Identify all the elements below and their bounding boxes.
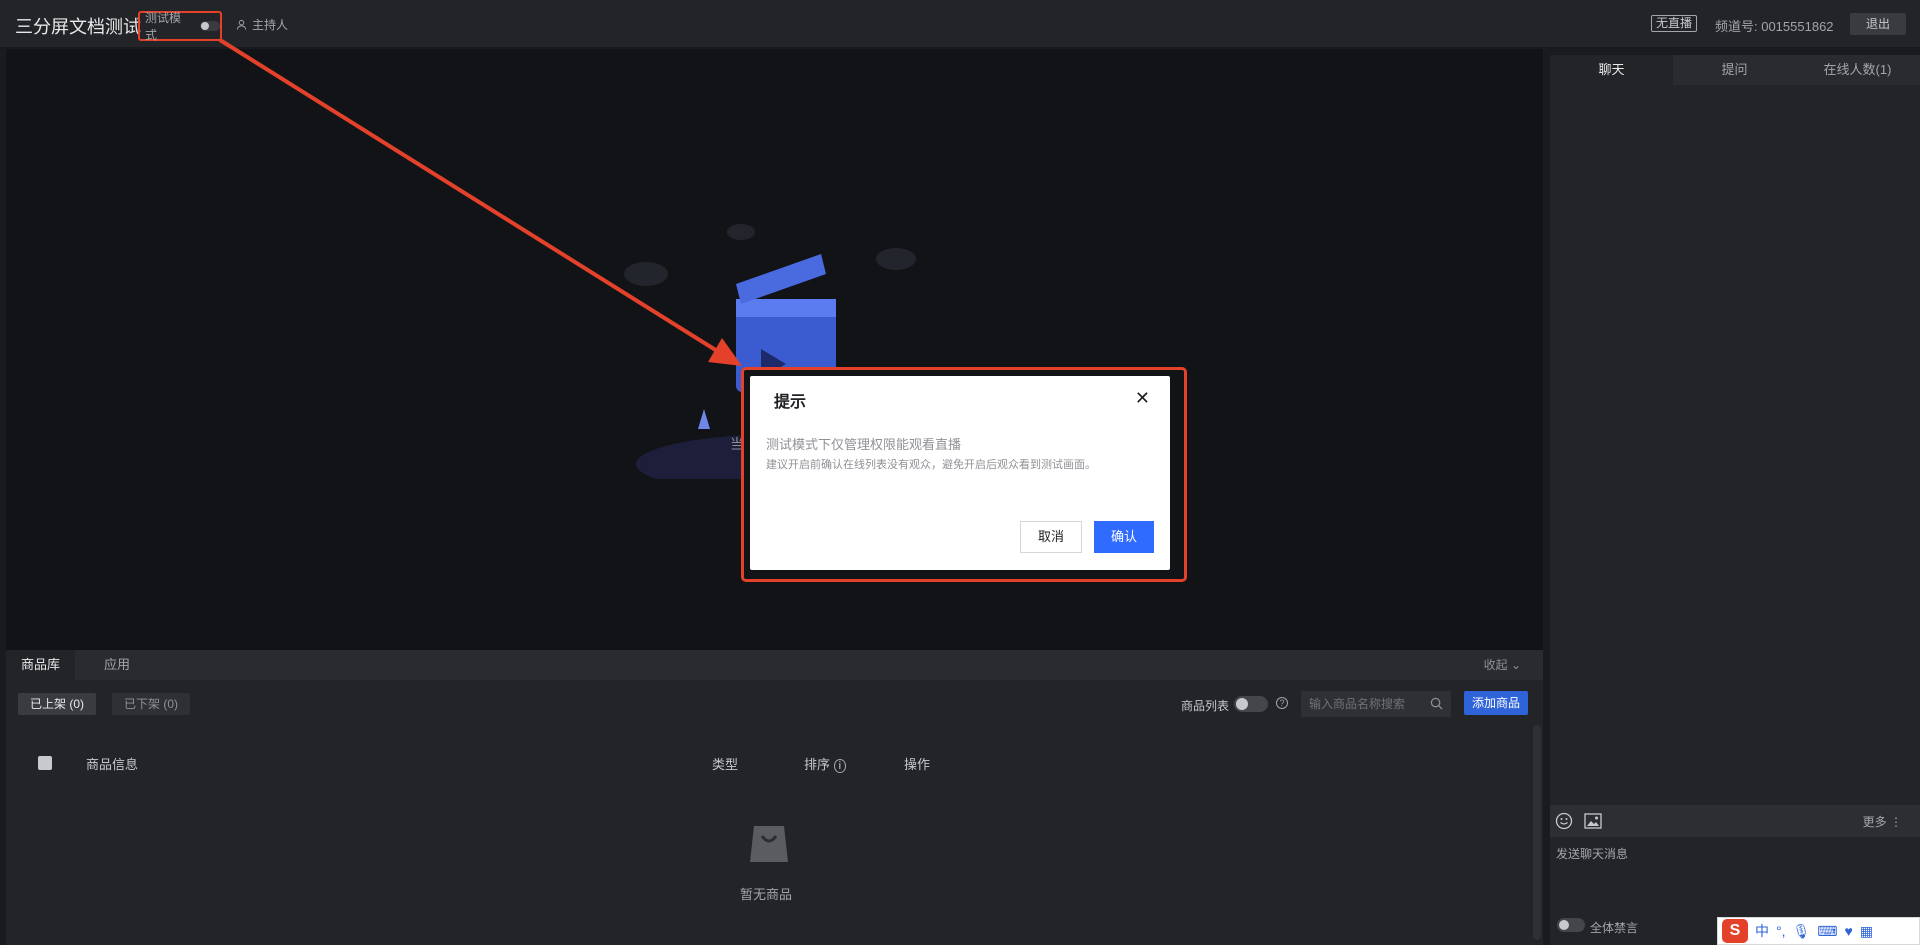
help-icon[interactable]: ?: [1276, 697, 1288, 709]
mute-all-label: 全体禁言: [1590, 921, 1639, 935]
chat-tabs: 聊天 提问 在线人数(1): [1550, 55, 1920, 85]
ime-toolbar: S 中 °, 🎙 ⌨ ♥ ▦: [1717, 917, 1920, 945]
chat-message-input[interactable]: 发送聊天消息: [1556, 845, 1628, 862]
dialog-message: 测试模式下仅管理权限能观看直播: [766, 437, 962, 452]
tab-questions[interactable]: 提问: [1673, 55, 1796, 85]
tab-online-users[interactable]: 在线人数(1): [1796, 55, 1919, 85]
logout-button[interactable]: 退出: [1850, 13, 1906, 35]
search-icon[interactable]: [1430, 697, 1443, 710]
app-title: 三分屏文档测试: [15, 17, 141, 37]
user-icon: [236, 19, 247, 30]
empty-bag-icon: [750, 826, 788, 862]
punctuation-icon[interactable]: °,: [1776, 923, 1786, 939]
collapse-button[interactable]: 收起 ⌄: [1484, 650, 1521, 680]
more-button[interactable]: 更多 ⋮: [1863, 813, 1902, 830]
column-product-info: 商品信息: [86, 757, 139, 772]
cancel-button[interactable]: 取消: [1020, 521, 1082, 553]
kebab-icon: ⋮: [1890, 815, 1902, 829]
filter-on-shelf-button[interactable]: 已上架 (0): [18, 693, 97, 715]
product-search: [1301, 691, 1451, 717]
ime-mode[interactable]: 中: [1755, 921, 1769, 941]
product-list-toggle[interactable]: [1234, 696, 1268, 712]
table-header: 商品信息 类型 排序 i 操作: [6, 748, 1526, 778]
test-mode-label: 测试模式: [145, 11, 182, 42]
channel-number: 频道号: 0015551862: [1715, 19, 1834, 34]
image-icon[interactable]: [1584, 813, 1602, 829]
confirm-dialog: 提示 ✕ 测试模式下仅管理权限能观看直播 建议开启前确认在线列表没有观众，避免开…: [750, 376, 1170, 570]
add-product-button[interactable]: 添加商品: [1464, 691, 1528, 715]
skin-icon[interactable]: ♥: [1845, 923, 1853, 939]
column-sort[interactable]: 排序 i: [804, 754, 847, 773]
chevron-down-icon: ⌄: [1510, 658, 1521, 672]
confirm-button[interactable]: 确认: [1094, 521, 1154, 553]
microphone-icon[interactable]: 🎙: [1793, 923, 1811, 940]
tab-apps[interactable]: 应用: [89, 650, 145, 680]
tab-chat[interactable]: 聊天: [1550, 55, 1673, 85]
column-action: 操作: [904, 757, 931, 772]
dialog-sub-message: 建议开启前确认在线列表没有观众，避免开启后观众看到测试画面。: [766, 459, 1096, 471]
info-icon: i: [833, 759, 847, 773]
close-icon[interactable]: ✕: [1135, 389, 1150, 407]
chat-toolbar: 更多 ⋮: [1550, 805, 1920, 837]
select-all-checkbox[interactable]: [38, 756, 52, 770]
collapse-label: 收起: [1483, 658, 1508, 672]
product-list-label: 商品列表: [1181, 699, 1230, 713]
chat-panel: 聊天 提问 在线人数(1) 更多 ⋮ 发送聊天消息 全体禁言: [1550, 55, 1920, 945]
scrollbar[interactable]: [1533, 725, 1541, 940]
empty-state-text: 暂无商品: [740, 887, 793, 902]
column-sort-label: 排序: [804, 757, 831, 772]
tab-product-library[interactable]: 商品库: [6, 650, 76, 680]
product-search-input[interactable]: [1301, 691, 1421, 717]
role-indicator: 主持人: [236, 16, 288, 33]
test-mode-toggle[interactable]: 测试模式: [138, 11, 222, 42]
product-tabs: 商品库 应用 收起 ⌄: [6, 650, 1543, 680]
keyboard-icon[interactable]: ⌨: [1817, 923, 1837, 940]
ime-logo-icon[interactable]: S: [1722, 919, 1748, 943]
test-mode-switch[interactable]: [200, 21, 220, 31]
mute-all-toggle[interactable]: [1557, 918, 1585, 932]
toolbox-icon[interactable]: ▦: [1860, 923, 1873, 940]
emoji-icon[interactable]: [1555, 812, 1573, 830]
dialog-title: 提示: [774, 394, 807, 411]
more-label: 更多: [1862, 815, 1887, 829]
product-panel: 商品库 应用 收起 ⌄ 已上架 (0) 已下架 (0) 商品列表 ? 添加商品 …: [6, 650, 1543, 945]
live-status-badge: 无直播: [1651, 15, 1698, 32]
role-label: 主持人: [252, 18, 289, 32]
column-type: 类型: [712, 757, 739, 772]
top-bar: 三分屏文档测试 测试模式 主持人 无直播 频道号: 0015551862 退出: [0, 0, 1920, 48]
filter-off-shelf-button[interactable]: 已下架 (0): [112, 693, 191, 715]
